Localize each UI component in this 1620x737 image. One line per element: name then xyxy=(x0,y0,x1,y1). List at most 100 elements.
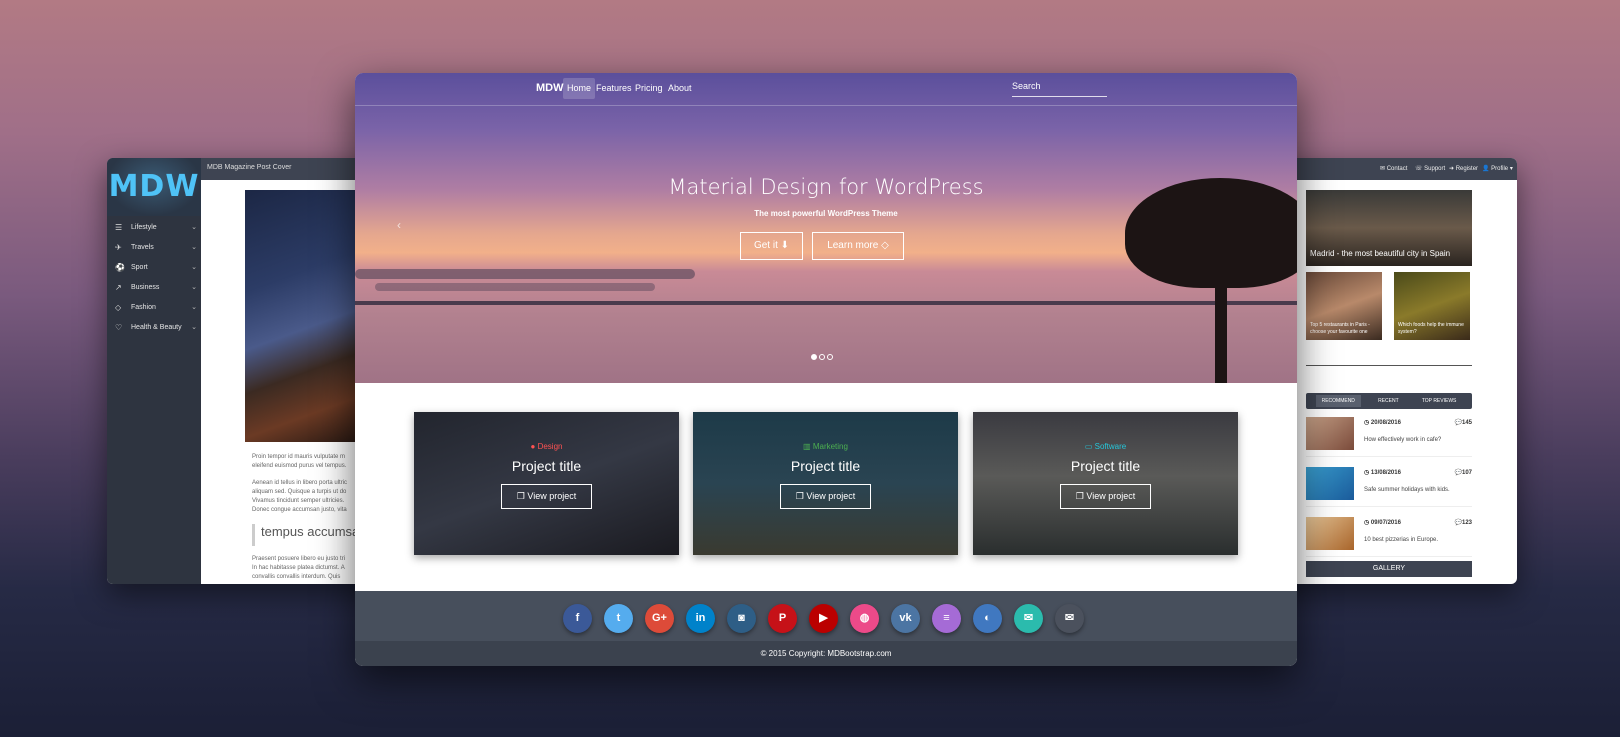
card-title: Project title xyxy=(790,458,861,474)
card-title: Project title xyxy=(1070,458,1141,474)
navbar: MDW Home Features Pricing About Search xyxy=(355,73,1297,106)
search-input[interactable]: Search xyxy=(1012,81,1107,97)
post-caption: Which foods help the immune system? xyxy=(1398,322,1464,335)
social-footer: f t G+ in ◙ P ▶ ◍ vk ≡ ◐ ✉ ✉ xyxy=(355,591,1297,641)
comments-icon[interactable]: ✉ xyxy=(1014,604,1043,633)
hero-cloud xyxy=(355,269,695,279)
blockquote: tempus accumsa xyxy=(252,524,362,546)
sidebar-item-sport[interactable]: ⚽ Sport ⌄ xyxy=(115,258,197,276)
dribbble-icon[interactable]: ◍ xyxy=(850,604,879,633)
post-thumb xyxy=(1306,517,1354,550)
linkedin-icon[interactable]: in xyxy=(686,604,715,633)
profile-link[interactable]: 👤 Profile ▾ xyxy=(1482,165,1513,172)
date: ◷ 09/07/2016 xyxy=(1364,520,1401,526)
project-card-software: ▭ Software Project title ❐ View project xyxy=(973,412,1238,555)
tab-top-reviews[interactable]: TOP REVIEWS xyxy=(1416,395,1463,407)
left-logo: MDW xyxy=(107,158,201,216)
youtube-icon[interactable]: ▶ xyxy=(809,604,838,633)
pinterest-icon[interactable]: P xyxy=(768,604,797,633)
list-item[interactable]: ◷ 13/08/2016 💬107 Safe summer holidays w… xyxy=(1306,467,1472,507)
sidebar-item-lifestyle[interactable]: ☰ Lifestyle ⌄ xyxy=(115,218,197,236)
sidebar-item-travels[interactable]: ✈ Travels ⌄ xyxy=(115,238,197,256)
card-category: ▥ Marketing xyxy=(803,442,848,451)
divider xyxy=(1306,365,1472,366)
article-text: Praesent posuere libero eu justo tri xyxy=(252,556,346,562)
stackoverflow-icon[interactable]: ≡ xyxy=(932,604,961,633)
nav-home[interactable]: Home xyxy=(563,78,596,99)
carousel-indicator[interactable] xyxy=(811,354,817,360)
view-project-button[interactable]: ❐ View project xyxy=(501,484,592,509)
card-title: Project title xyxy=(511,458,582,474)
learn-more-button[interactable]: Learn more ◇ xyxy=(812,232,904,260)
facebook-icon[interactable]: f xyxy=(563,604,592,633)
copyright-link[interactable]: MDBootstrap.com xyxy=(827,649,891,658)
support-link[interactable]: ☏ Support xyxy=(1415,165,1445,172)
post-thumb-paris[interactable]: Top 5 restaurants in Paris - choose your… xyxy=(1306,272,1382,340)
copy-icon: ❐ xyxy=(1075,491,1084,501)
copyright-bar: © 2015 Copyright: MDBootstrap.com xyxy=(355,641,1297,666)
chevron-down-icon: ⌄ xyxy=(191,284,197,291)
date: ◷ 20/08/2016 xyxy=(1364,420,1401,426)
carousel-indicator[interactable] xyxy=(819,354,825,360)
chevron-down-icon: ⌄ xyxy=(191,304,197,311)
hero-carousel: MDW Home Features Pricing About Search ‹… xyxy=(355,73,1297,383)
github-icon[interactable]: ◐ xyxy=(973,604,1002,633)
get-it-button[interactable]: Get it ⬇ xyxy=(740,232,803,260)
sidebar-item-fashion[interactable]: ◇ Fashion ⌄ xyxy=(115,298,197,316)
chart-icon: ↗ xyxy=(115,282,122,292)
post-thumb xyxy=(1306,417,1354,450)
view-project-button[interactable]: ❐ View project xyxy=(1060,484,1151,509)
brand-logo[interactable]: MDW xyxy=(536,82,564,94)
comment-count: 💬123 xyxy=(1454,520,1473,526)
sidebar-item-health-beauty[interactable]: ♡ Health & Beauty ⌄ xyxy=(115,318,197,336)
article-text: In hac habitasse platea dictumst. A xyxy=(252,565,345,571)
post-cover-image xyxy=(245,190,355,442)
list-item[interactable]: ◷ 20/08/2016 💬145 How effectively work i… xyxy=(1306,417,1472,457)
post-title: Safe summer holidays with kids. xyxy=(1364,487,1450,493)
article-text: Aenean id tellus in libero porta ultric xyxy=(252,480,348,486)
monitor-icon: ▭ xyxy=(1084,442,1093,451)
tab-recent[interactable]: RECENT xyxy=(1372,395,1405,407)
sidebar-item-business[interactable]: ↗ Business ⌄ xyxy=(115,278,197,296)
diamond-icon: ◇ xyxy=(115,302,122,312)
plane-icon: ✈ xyxy=(115,242,122,252)
tab-recommend[interactable]: RECOMMEND xyxy=(1315,395,1361,407)
nav-features[interactable]: Features xyxy=(592,78,636,99)
vk-icon[interactable]: vk xyxy=(891,604,920,633)
date: ◷ 13/08/2016 xyxy=(1364,470,1401,476)
nav-about[interactable]: About xyxy=(664,78,696,99)
envelope-icon[interactable]: ✉ xyxy=(1055,604,1084,633)
chevron-down-icon: ⌄ xyxy=(191,324,197,331)
instagram-icon[interactable]: ◙ xyxy=(727,604,756,633)
diamond-icon: ◇ xyxy=(881,240,889,251)
nav-pricing[interactable]: Pricing xyxy=(631,78,667,99)
article-text: Proin tempor id mauris vulputate m xyxy=(252,454,346,460)
register-link[interactable]: ➜ Register xyxy=(1449,165,1478,172)
gallery-button[interactable]: GALLERY xyxy=(1306,561,1472,577)
view-project-button[interactable]: ❐ View project xyxy=(780,484,871,509)
chevron-down-icon: ⌄ xyxy=(191,224,197,231)
article-text: Donec congue accumsan justo, vita xyxy=(252,507,347,513)
list-icon: ☰ xyxy=(115,222,123,232)
hero-title: Material Design for WordPress xyxy=(668,175,984,199)
google-plus-icon[interactable]: G+ xyxy=(645,604,674,633)
post-title: 10 best pizzerias in Europe. xyxy=(1364,537,1439,543)
post-thumb-foods[interactable]: Which foods help the immune system? xyxy=(1394,272,1470,340)
twitter-icon[interactable]: t xyxy=(604,604,633,633)
article-text: convallis convallis interdum. Quis xyxy=(252,574,341,580)
copy-icon: ❐ xyxy=(516,491,525,501)
palette-icon: ● xyxy=(530,442,536,451)
contact-link[interactable]: ✉ Contact xyxy=(1380,165,1407,172)
article-text: aliquam sed. Quisque a turpis ut do xyxy=(252,489,347,495)
card-category: ● Design xyxy=(530,442,563,451)
article-text: eleifend euismod purus vel tempus. xyxy=(252,463,347,469)
list-item[interactable]: ◷ 09/07/2016 💬123 10 best pizzerias in E… xyxy=(1306,517,1472,557)
comment-count: 💬145 xyxy=(1454,420,1473,426)
carousel-prev-arrow[interactable]: ‹ xyxy=(397,218,401,232)
post-title: How effectively work in cafe? xyxy=(1364,437,1442,443)
carousel-indicator[interactable] xyxy=(827,354,833,360)
comment-count: 💬107 xyxy=(1454,470,1473,476)
ball-icon: ⚽ xyxy=(115,262,125,272)
post-thumb xyxy=(1306,467,1354,500)
main-preview-window: MDW Home Features Pricing About Search ‹… xyxy=(355,73,1297,666)
